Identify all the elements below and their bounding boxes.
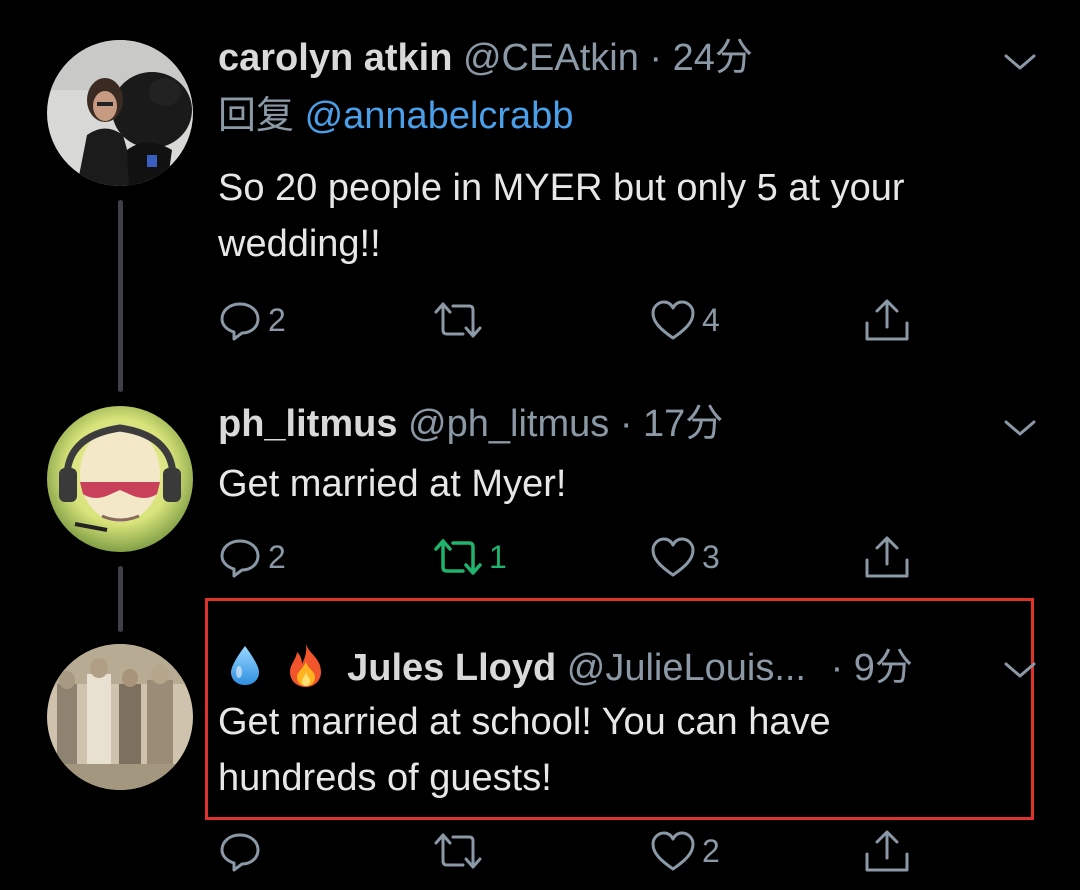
user-handle[interactable]: @ph_litmus — [408, 403, 609, 445]
reply-icon — [220, 833, 260, 872]
timestamp[interactable]: 24分 — [673, 37, 753, 79]
reply-button[interactable] — [218, 826, 268, 876]
share-icon — [865, 536, 909, 578]
fire-icon — [285, 642, 327, 698]
tweet-jules-lloyd[interactable]: Jules Lloyd @JulieLouis... · 9分 Get marr… — [0, 598, 1080, 890]
user-handle[interactable]: @CEAtkin — [463, 37, 639, 79]
like-count: 3 — [702, 538, 720, 575]
retweet-button[interactable] — [433, 826, 489, 876]
like-icon — [651, 300, 695, 340]
separator-dot: · — [649, 37, 663, 79]
like-icon — [651, 831, 695, 871]
separator-dot: · — [830, 647, 844, 690]
tweet-header: ph_litmus @ph_litmus · 17分 — [218, 402, 723, 446]
chevron-down-icon[interactable] — [1002, 658, 1038, 682]
tweet-header: Jules Lloyd @JulieLouis... · 9分 — [228, 642, 913, 698]
like-icon — [651, 537, 695, 577]
reply-count: 2 — [268, 301, 286, 338]
tweet-actions: 2 — [218, 826, 938, 876]
display-name[interactable]: ph_litmus — [218, 403, 397, 445]
chevron-down-icon[interactable] — [1002, 50, 1038, 74]
reply-prefix-label: 回复 — [218, 95, 295, 137]
separator-dot: · — [619, 403, 633, 445]
tweet-carolyn-atkin[interactable]: carolyn atkin @CEAtkin · 24分 回复 @annabel… — [0, 0, 1080, 380]
display-name[interactable]: carolyn atkin — [218, 37, 452, 79]
tweet-ph-litmus[interactable]: ph_litmus @ph_litmus · 17分 Get married a… — [0, 380, 1080, 600]
reply-icon — [220, 539, 260, 578]
avatar[interactable] — [47, 40, 193, 186]
share-button[interactable] — [863, 826, 911, 876]
retweet-button[interactable] — [433, 295, 489, 345]
tweet-header: carolyn atkin @CEAtkin · 24分 — [218, 36, 753, 80]
like-count: 2 — [702, 832, 720, 869]
reply-button[interactable]: 2 — [218, 532, 286, 582]
user-handle[interactable]: @JulieLouis... — [567, 647, 806, 689]
share-icon — [865, 830, 909, 872]
mention-link[interactable]: @annabelcrabb — [305, 95, 574, 137]
tweet-text: Get married at Myer! — [218, 463, 567, 505]
like-button[interactable]: 3 — [650, 532, 720, 582]
share-button[interactable] — [863, 295, 911, 345]
avatar[interactable] — [47, 644, 193, 790]
replying-to: 回复 @annabelcrabb — [218, 94, 573, 138]
retweet-icon — [434, 833, 482, 869]
retweet-button[interactable]: 1 — [433, 532, 507, 582]
droplet-icon — [228, 644, 262, 696]
tweet-text: So 20 people in MYER but only 5 at your … — [218, 167, 905, 265]
tweet-text: Get married at school! You can have hund… — [218, 701, 831, 799]
retweet-icon — [434, 539, 482, 575]
timestamp[interactable]: 17分 — [643, 403, 723, 445]
avatar[interactable] — [47, 406, 193, 552]
tweet-actions: 2 1 3 — [218, 532, 938, 582]
retweet-count: 1 — [489, 538, 507, 575]
share-icon — [865, 299, 909, 341]
share-button[interactable] — [863, 532, 911, 582]
reply-count: 2 — [268, 538, 286, 575]
display-name[interactable]: Jules Lloyd — [347, 647, 556, 689]
timestamp[interactable]: 9分 — [854, 647, 913, 689]
like-count: 4 — [702, 301, 720, 338]
reply-button[interactable]: 2 — [218, 295, 286, 345]
chevron-down-icon[interactable] — [1002, 416, 1038, 440]
tweet-actions: 2 4 — [218, 295, 938, 345]
like-button[interactable]: 2 — [650, 826, 720, 876]
retweet-icon — [434, 302, 482, 338]
reply-icon — [220, 302, 260, 341]
like-button[interactable]: 4 — [650, 295, 720, 345]
